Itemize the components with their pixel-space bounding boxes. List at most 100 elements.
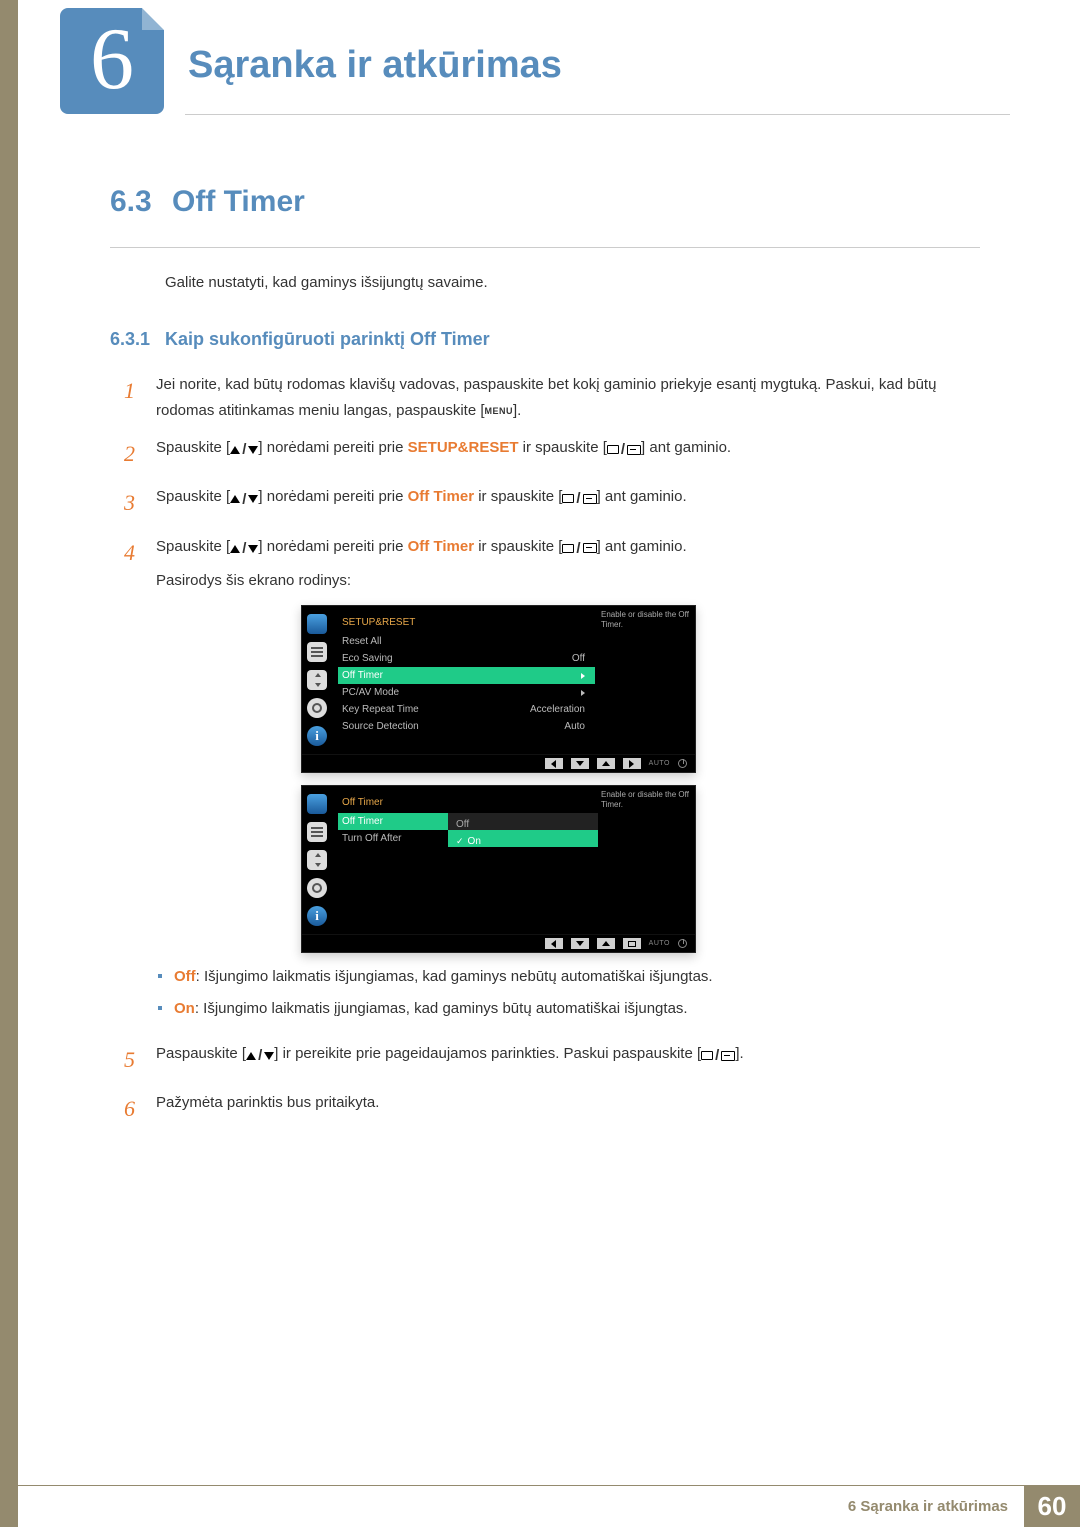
footer-page-number: 60 — [1024, 1485, 1080, 1527]
nav-down-icon — [571, 938, 589, 949]
select-enter-keys-icon: / — [562, 536, 596, 562]
up-down-keys-icon: / — [230, 487, 258, 513]
nav-up-icon — [597, 938, 615, 949]
step-6: 6 Pažymėta parinktis bus pritaikyta. — [114, 1090, 980, 1127]
step-text: ] ant gaminio. — [641, 439, 731, 456]
osd-value: Off — [572, 650, 585, 667]
up-down-keys-icon: / — [230, 437, 258, 463]
list-icon — [307, 822, 327, 842]
subsection-heading: 6.3.1 Kaip sukonfigūruoti parinktį Off T… — [110, 329, 980, 350]
gear-icon — [307, 698, 327, 718]
nav-left-icon — [545, 758, 563, 769]
nav-auto-label: AUTO — [649, 938, 670, 950]
osd-row-off-timer: Off Timer — [338, 667, 595, 684]
osd-label: Eco Saving — [342, 650, 393, 667]
chapter-number-block: 6 — [60, 8, 164, 114]
resize-icon — [307, 670, 327, 690]
footer-chapter: 6 Sąranka ir atkūrimas — [848, 1498, 1008, 1515]
step-number: 6 — [114, 1090, 156, 1127]
step-5: 5 Paspauskite [/] ir pereikite prie page… — [114, 1041, 980, 1078]
gear-icon — [307, 878, 327, 898]
monitor-icon — [307, 794, 327, 814]
step-text: ]. — [513, 402, 521, 419]
step-number: 1 — [114, 372, 156, 409]
list-icon — [307, 642, 327, 662]
osd-label: PC/AV Mode — [342, 684, 399, 701]
step-number: 5 — [114, 1041, 156, 1078]
step-text: ]. — [735, 1045, 743, 1062]
up-down-keys-icon: / — [230, 536, 258, 562]
power-icon — [678, 939, 687, 948]
osd-row-source-detect: Source DetectionAuto — [338, 718, 595, 735]
osd-dropdown: Off On — [448, 813, 598, 847]
nav-enter-icon — [623, 938, 641, 949]
osd-title: Off Timer — [338, 792, 595, 813]
osd-menu: SETUP&RESET Reset All Eco Saving Off Off … — [332, 606, 595, 754]
step-number: 4 — [114, 534, 156, 571]
menu-label-icon: MENU — [485, 406, 514, 416]
osd-label: Turn Off After — [342, 830, 401, 847]
arrow-right-icon — [581, 690, 585, 696]
nav-left-icon — [545, 938, 563, 949]
osd-nav-bar: AUTO — [302, 934, 695, 952]
step-text: ] ir pereikite prie pageidaujamos parink… — [274, 1045, 701, 1062]
osd-tooltip: Enable or disable the Off Timer. — [595, 606, 695, 754]
step-text: ir spauskite [ — [519, 439, 607, 456]
option-bullets: Off: Išjungimo laikmatis išjungiamas, ka… — [156, 965, 980, 1021]
step-3: 3 Spauskite [/] norėdami pereiti prie Of… — [114, 484, 980, 521]
section-number: 6.3 — [110, 185, 172, 219]
osd-option-on: On — [448, 830, 598, 847]
info-icon: i — [307, 726, 327, 746]
keyword-off-timer: Off Timer — [408, 538, 474, 555]
nav-auto-label: AUTO — [649, 758, 670, 770]
resize-icon — [307, 850, 327, 870]
section-intro: Galite nustatyti, kad gaminys išsijungtų… — [165, 274, 980, 291]
osd-screenshots: i SETUP&RESET Reset All Eco Saving Off Of… — [301, 605, 980, 953]
step-number: 2 — [114, 435, 156, 472]
step-1: 1 Jei norite, kad būtų rodomas klavišų v… — [114, 372, 980, 423]
osd-value: Acceleration — [530, 701, 585, 718]
osd-label: Key Repeat Time — [342, 701, 419, 718]
step-text: Pažymėta parinktis bus pritaikyta. — [156, 1090, 980, 1116]
monitor-icon — [307, 614, 327, 634]
nav-down-icon — [571, 758, 589, 769]
osd-row-eco-saving: Eco Saving Off — [338, 650, 595, 667]
step-list: 1 Jei norite, kad būtų rodomas klavišų v… — [114, 372, 980, 1128]
osd-row-key-repeat: Key Repeat Time Acceleration — [338, 701, 595, 718]
osd-nav-bar: AUTO — [302, 754, 695, 772]
page: 6 Sąranka ir atkūrimas 6.3 Off Timer Gal… — [0, 0, 1080, 1527]
osd-row-pcav-mode: PC/AV Mode — [338, 684, 595, 701]
osd-label: Off Timer — [342, 813, 383, 830]
subsection-number: 6.3.1 — [110, 329, 165, 350]
step-2: 2 Spauskite [/] norėdami pereiti prie SE… — [114, 435, 980, 472]
bullet-text: : Išjungimo laikmatis įjungiamas, kad ga… — [195, 1000, 688, 1017]
chapter-header: 6 Sąranka ir atkūrimas — [60, 0, 1080, 114]
osd-row-reset-all: Reset All — [338, 633, 595, 650]
bullet-off: Off: Išjungimo laikmatis išjungiamas, ka… — [156, 965, 980, 989]
step-text: ] norėdami pereiti prie — [258, 538, 407, 555]
step-text: ir spauskite [ — [474, 488, 562, 505]
step-text: ] ant gaminio. — [597, 538, 687, 555]
step-text: ] ant gaminio. — [597, 488, 687, 505]
section-title: Off Timer — [172, 185, 305, 219]
osd-label: Source Detection — [342, 718, 419, 735]
subsection-title: Kaip sukonfigūruoti parinktį Off Timer — [165, 329, 490, 350]
step-text: Pasirodys šis ekrano rodinys: — [156, 568, 980, 594]
step-text: Spauskite [ — [156, 538, 230, 555]
power-icon — [678, 759, 687, 768]
select-enter-keys-icon: / — [701, 1043, 735, 1069]
up-down-keys-icon: / — [246, 1043, 274, 1069]
step-text: Spauskite [ — [156, 439, 230, 456]
keyword-setup-reset: SETUP&RESET — [408, 439, 519, 456]
bullet-on: On: Išjungimo laikmatis įjungiamas, kad … — [156, 997, 980, 1021]
step-text: Paspauskite [ — [156, 1045, 246, 1062]
step-number: 3 — [114, 484, 156, 521]
content: 6.3 Off Timer Galite nustatyti, kad gami… — [0, 115, 1080, 1128]
osd-title: SETUP&RESET — [338, 612, 595, 633]
select-enter-keys-icon: / — [562, 486, 596, 512]
section-heading: 6.3 Off Timer — [110, 185, 980, 219]
step-4: 4 Spauskite [/] norėdami pereiti prie Of… — [114, 534, 980, 1029]
info-icon: i — [307, 906, 327, 926]
page-footer: 6 Sąranka ir atkūrimas 60 — [0, 1485, 1080, 1527]
osd-option-off: Off — [448, 813, 598, 830]
